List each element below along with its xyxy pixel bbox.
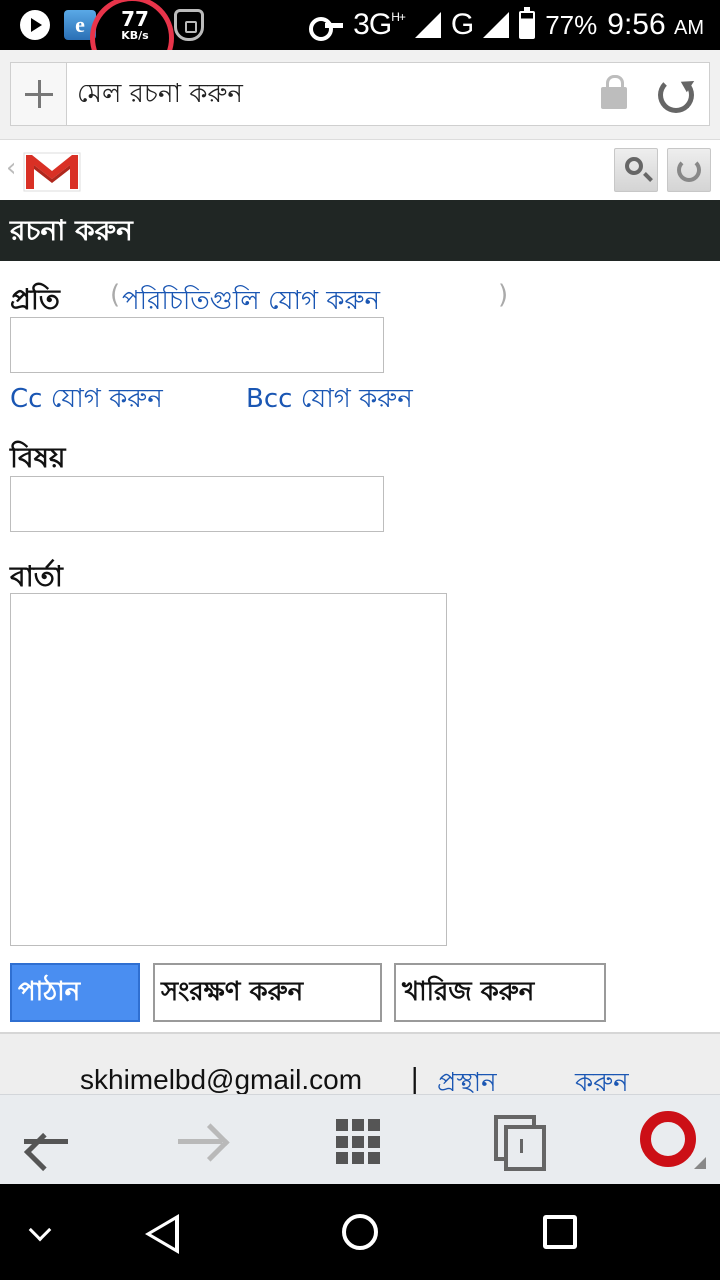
save-draft-button[interactable]: সংরক্ষণ করুন (153, 963, 382, 1022)
search-icon (625, 157, 643, 175)
network-type-2: G (450, 8, 474, 41)
network-type: 3GH+ (353, 8, 406, 41)
account-footer: skhimelbd@gmail.com | প্রস্থান করুন (0, 1032, 720, 1098)
key-icon (309, 15, 344, 41)
opera-logo[interactable] (640, 1111, 696, 1167)
message-textarea[interactable] (10, 593, 447, 946)
back-arrow-icon[interactable] (20, 1121, 70, 1161)
add-contacts-close-paren: ) (498, 280, 509, 310)
lock-icon (601, 75, 627, 109)
url-text[interactable]: মেল রচনা করুন (77, 63, 243, 125)
refresh-icon (677, 158, 701, 182)
status-bar: e 77 KB/s 3GH+ G 77% 9:56 AM (0, 0, 720, 80)
search-button[interactable] (614, 148, 658, 192)
address-bar: মেল রচনা করুন (0, 50, 720, 140)
reload-icon[interactable] (658, 77, 694, 113)
nav-back-icon[interactable] (145, 1214, 179, 1254)
system-nav-bar (0, 1184, 720, 1280)
footer-separator: | (410, 1062, 420, 1095)
play-icon (20, 10, 50, 40)
nav-home-icon[interactable] (342, 1214, 378, 1250)
chevron-left-icon[interactable]: ‹ (6, 153, 16, 183)
subject-field[interactable] (10, 476, 384, 532)
forward-arrow-icon[interactable] (176, 1121, 226, 1161)
add-cc-link[interactable]: Cc যোগ করুন (10, 378, 163, 422)
to-field[interactable] (10, 317, 384, 373)
add-contacts-open-paren: ( (110, 280, 121, 310)
account-email: skhimelbd@gmail.com (80, 1064, 363, 1095)
signal-icon (414, 12, 441, 38)
nav-recents-icon[interactable] (543, 1215, 577, 1249)
send-button[interactable]: পাঠান (10, 963, 140, 1022)
tabs-icon[interactable] (494, 1115, 546, 1171)
url-box[interactable]: মেল রচনা করুন (10, 62, 710, 126)
gmail-logo[interactable] (22, 149, 82, 193)
speed-dial-icon[interactable] (336, 1119, 382, 1165)
new-tab-plus-icon[interactable] (11, 63, 67, 125)
menu-corner-indicator (694, 1157, 706, 1169)
shield-icon (174, 9, 204, 41)
refresh-button[interactable] (667, 148, 711, 192)
browser-toolbar (0, 1094, 720, 1184)
signal-icon-2 (483, 12, 510, 38)
gmail-header: ‹ (0, 141, 720, 200)
battery-percent: 77% (545, 9, 598, 40)
status-right: 3GH+ G 77% 9:56 AM (309, 0, 704, 50)
discard-button[interactable]: খারিজ করুন (394, 963, 606, 1022)
page-title: রচনা করুন (0, 200, 720, 261)
battery-icon (519, 7, 536, 39)
clock: 9:56 AM (607, 8, 704, 41)
nav-collapse-icon[interactable] (28, 1218, 52, 1242)
add-bcc-link[interactable]: Bcc যোগ করুন (246, 378, 413, 422)
